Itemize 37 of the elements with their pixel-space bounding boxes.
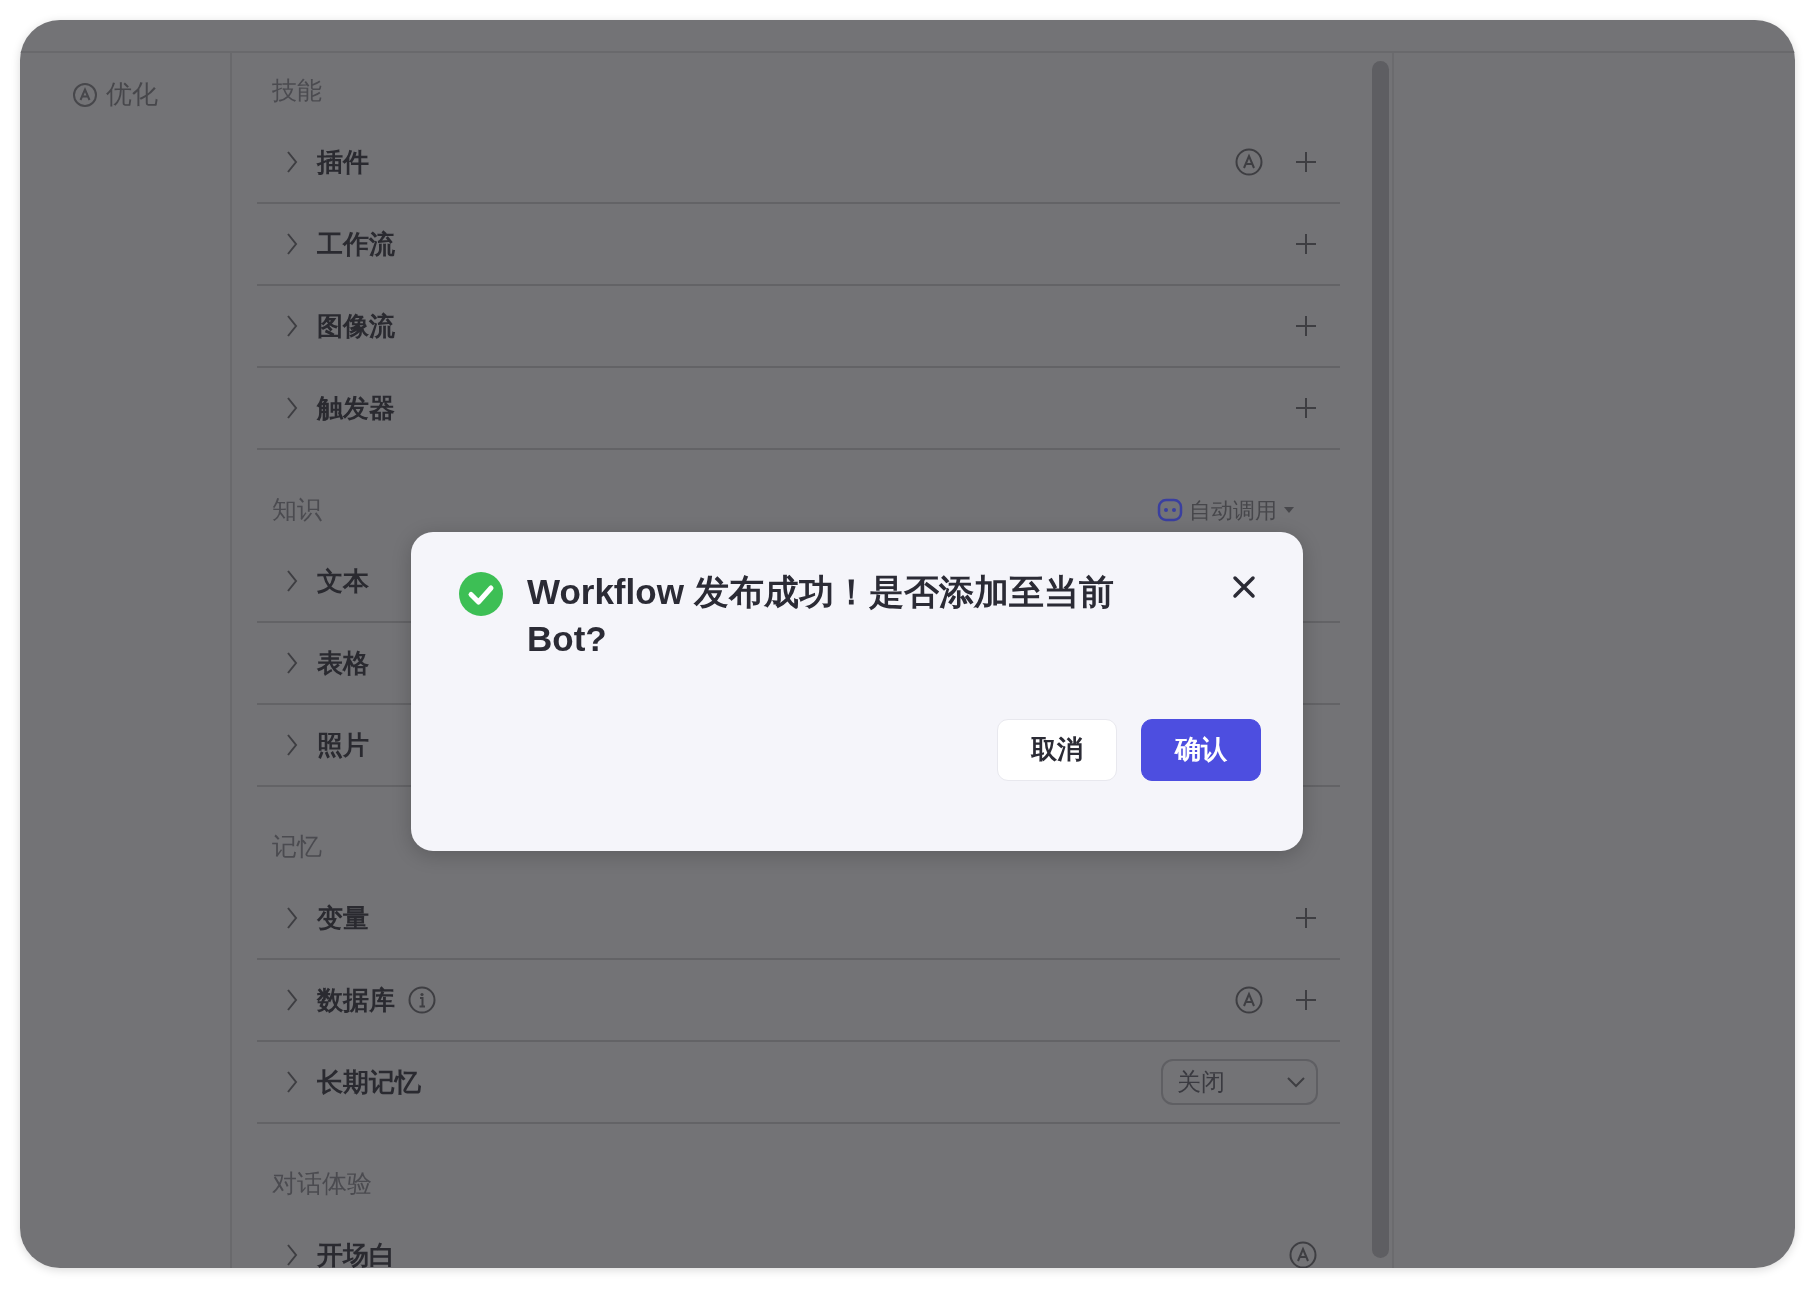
chevron-icon[interactable] (285, 906, 299, 930)
check-circle-icon (459, 572, 503, 616)
add-icon[interactable] (1294, 150, 1318, 174)
item-label[interactable]: 开场白 (317, 1235, 395, 1268)
add-icon[interactable] (1294, 314, 1318, 338)
confirm-button[interactable]: 确认 (1141, 718, 1261, 781)
caret-icon (1283, 506, 1295, 514)
chevron-icon[interactable] (285, 1070, 299, 1094)
item-label[interactable]: 文本 (317, 561, 369, 601)
robot-icon (1157, 498, 1183, 522)
chevron-icon[interactable] (285, 569, 299, 593)
add-icon[interactable] (1294, 232, 1318, 256)
item-label[interactable]: 变量 (317, 898, 369, 938)
chevron-icon[interactable] (285, 651, 299, 675)
item-label[interactable]: 触发器 (317, 388, 395, 428)
chevron-icon[interactable] (285, 733, 299, 757)
item-label[interactable]: 数据库 (317, 980, 395, 1020)
chevron-icon[interactable] (285, 150, 299, 174)
select-dropdown[interactable]: 关闭 (1161, 1059, 1318, 1105)
item-label[interactable]: 图像流 (317, 306, 395, 346)
add-icon[interactable] (1294, 906, 1318, 930)
item-label[interactable]: 工作流 (317, 224, 395, 264)
item-label[interactable]: 表格 (317, 643, 369, 683)
item-label[interactable]: 照片 (317, 725, 369, 765)
item-label[interactable]: 长期记忆 (317, 1062, 421, 1102)
add-icon[interactable] (1294, 988, 1318, 1012)
chevron-icon[interactable] (285, 396, 299, 420)
chevron-icon[interactable] (285, 1243, 299, 1267)
chevron-icon[interactable] (285, 232, 299, 256)
auto-icon (72, 81, 98, 108)
chevron-icon[interactable] (285, 314, 299, 338)
dialog-message: Workflow 发布成功！是否添加至当前 Bot? (527, 571, 1115, 661)
add-icon[interactable] (1294, 396, 1318, 420)
chevron-down-icon (1286, 1076, 1306, 1088)
cancel-button[interactable]: 取消 (997, 718, 1117, 781)
item-label[interactable]: 插件 (317, 142, 369, 182)
chevron-icon[interactable] (285, 988, 299, 1012)
